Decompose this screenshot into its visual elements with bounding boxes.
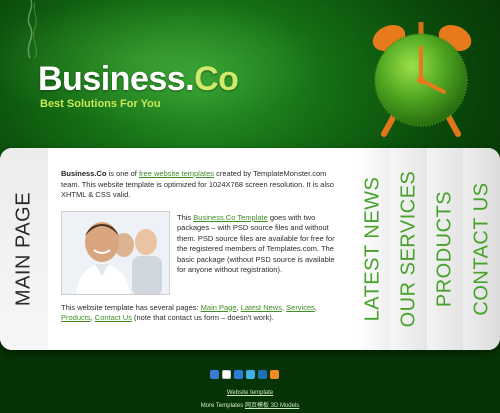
nav-tab-our-services[interactable]: OUR SERVICES (390, 148, 427, 350)
nav-label-contact-us: CONTACT US (470, 182, 492, 316)
nav-tab-contact-us[interactable]: CONTACT US (463, 148, 500, 350)
link-products[interactable]: Products (61, 313, 91, 322)
link-main-page[interactable]: Main Page (201, 303, 237, 312)
free-templates-link[interactable]: free website templates (139, 169, 214, 178)
business-people-photo (61, 210, 170, 295)
more-templates-link[interactable]: 网页模板 3D Models (245, 403, 299, 409)
pages-paragraph: This website template has several pages:… (61, 302, 317, 323)
nav-tab-products[interactable]: PRODUCTS (427, 148, 463, 350)
site-tagline: Best Solutions For You (40, 98, 161, 110)
nav-label-latest-news: LATEST NEWS (361, 176, 384, 322)
content-panel: MAIN PAGE Business.Co is one of free web… (0, 148, 500, 350)
main-content: Business.Co is one of free website templ… (61, 169, 344, 324)
nav-label-products: PRODUCTS (433, 190, 456, 308)
brand-name: Business.Co (61, 169, 107, 178)
website-template-link[interactable]: Website template (227, 390, 273, 396)
link-latest-news[interactable]: Latest News (241, 303, 282, 312)
stumbleupon-icon[interactable] (234, 370, 243, 379)
myspace-icon[interactable] (246, 370, 255, 379)
footer-website-template: Website template (0, 390, 500, 396)
site-logo[interactable]: Business.Co (38, 60, 239, 99)
tab-main-page[interactable]: MAIN PAGE (0, 148, 48, 350)
alarm-clock-icon (372, 22, 472, 137)
smoke-decoration (27, 0, 38, 59)
template-info-paragraph: This Business.Co Template goes with two … (177, 212, 335, 275)
linkedin-icon[interactable] (258, 370, 267, 379)
photo-row: This Business.Co Template goes with two … (61, 210, 344, 301)
logo-main: Business. (38, 60, 195, 98)
nav-label-our-services: OUR SERVICES (397, 170, 419, 328)
link-services[interactable]: Services (286, 303, 315, 312)
rss-icon[interactable] (270, 370, 279, 379)
intro-paragraph: Business.Co is one of free website templ… (61, 169, 334, 199)
social-icons (210, 370, 290, 380)
digg-icon[interactable] (222, 370, 231, 379)
logo-accent: Co (194, 60, 239, 98)
delicious-icon[interactable] (210, 370, 219, 379)
business-template-link[interactable]: Business.Co Template (193, 213, 267, 222)
footer-more-templates: More Templates 网页模板 3D Models (200, 403, 300, 409)
tab-main-page-label: MAIN PAGE (12, 191, 35, 307)
nav-tab-latest-news[interactable]: LATEST NEWS (356, 148, 390, 350)
link-contact-us[interactable]: Contact Us (95, 313, 132, 322)
